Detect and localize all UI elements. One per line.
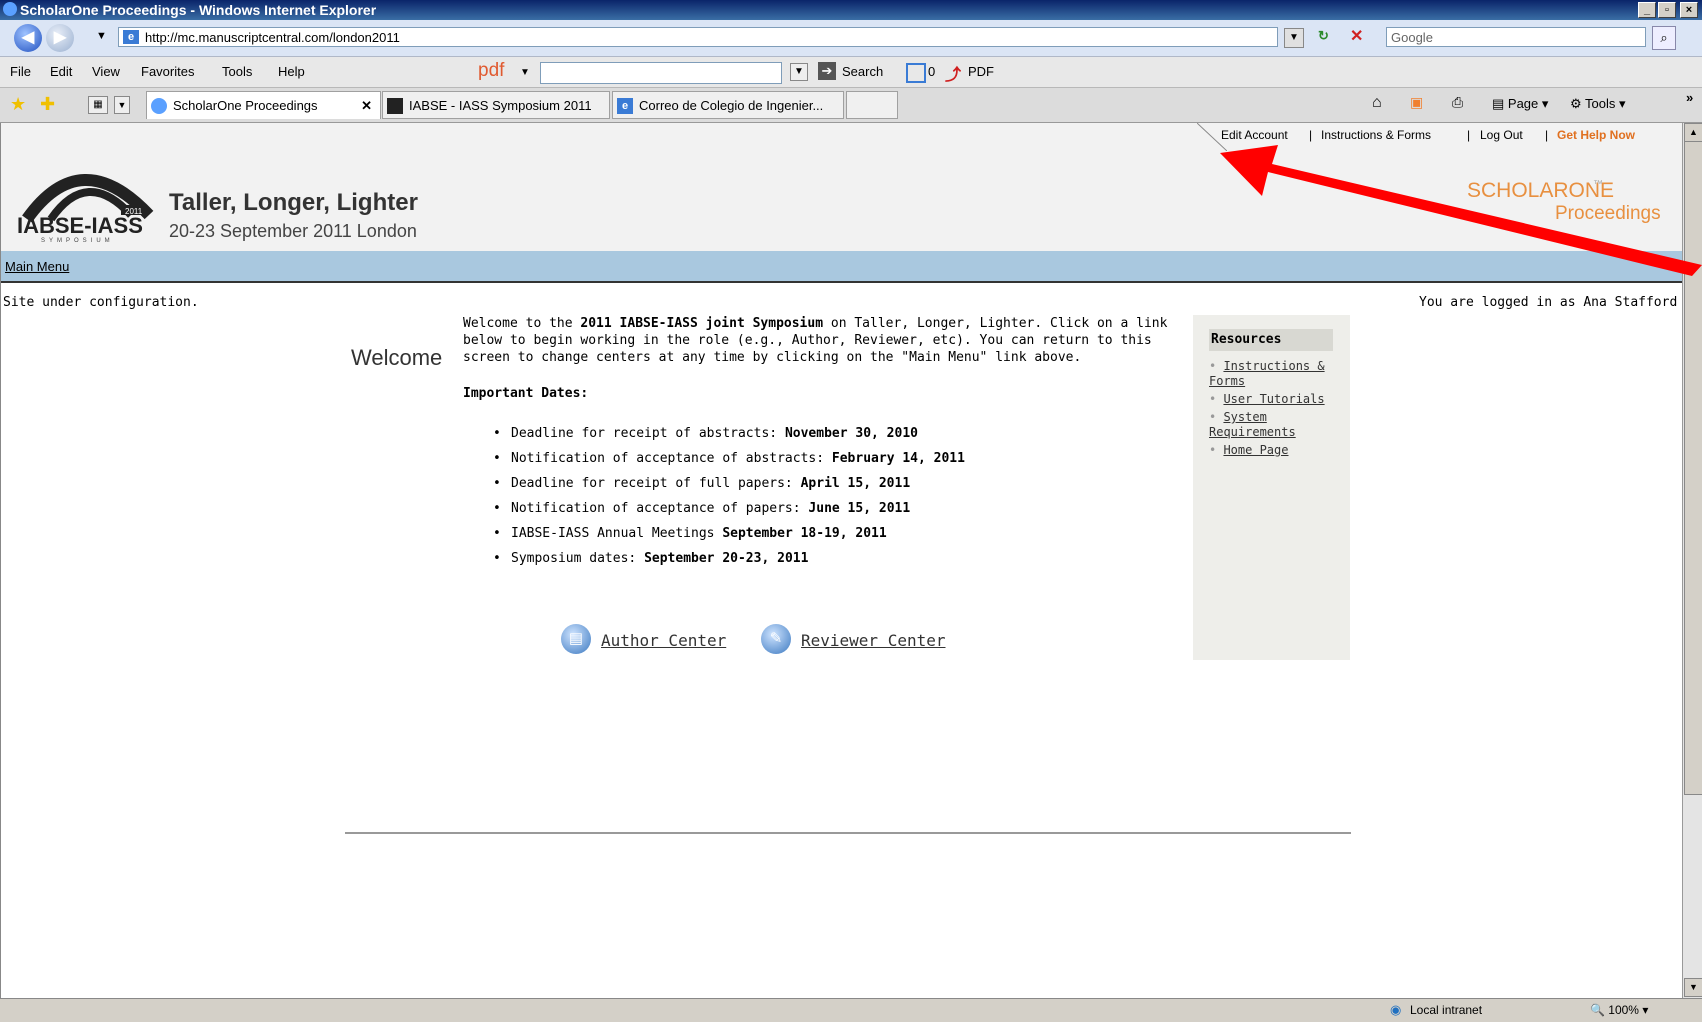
red-arrow-icon [1220,145,1702,276]
annotation-arrow [1220,145,1702,276]
